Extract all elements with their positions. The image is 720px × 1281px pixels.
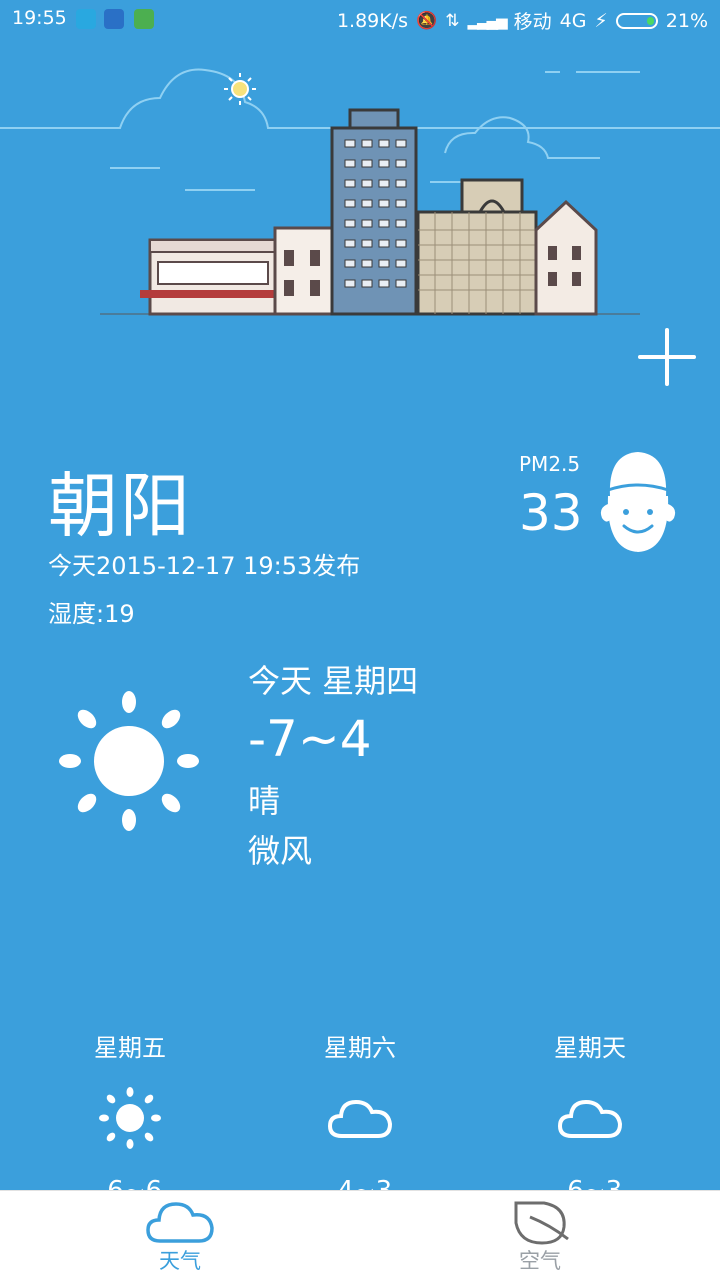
city-skyline-illustration bbox=[0, 68, 720, 316]
pm25-label: PM2.5 bbox=[519, 452, 581, 476]
cloud-icon bbox=[558, 1099, 622, 1138]
city-name: 朝阳 bbox=[48, 465, 192, 547]
leaf-icon bbox=[514, 1201, 569, 1245]
today-temperature: -7~4 bbox=[248, 710, 372, 768]
carrier-name: 移动 bbox=[513, 11, 552, 33]
forecast-day-label: 星期天 bbox=[554, 1034, 626, 1062]
sun-icon bbox=[59, 691, 199, 831]
mute-icon: 🔕 bbox=[416, 10, 438, 31]
humidity: 湿度:19 bbox=[48, 600, 135, 628]
tab-air-label: 空气 bbox=[519, 1249, 561, 1273]
pm25-value: 33 bbox=[519, 484, 583, 542]
status-time: 19:55 bbox=[12, 7, 67, 29]
tab-weather-label: 天气 bbox=[159, 1249, 201, 1273]
battery-icon bbox=[615, 12, 658, 29]
signal-icon: ▂▃▄▅ bbox=[467, 11, 507, 30]
network-type: 4G bbox=[559, 9, 587, 32]
android-app-icon bbox=[134, 9, 154, 29]
data-transfer-icon: ⇅ bbox=[445, 10, 460, 31]
publish-time: 今天2015-12-17 19:53发布 bbox=[48, 552, 361, 580]
forecast-day-3: 星期天 -6~3 bbox=[490, 1028, 690, 1206]
battery-percent: 21% bbox=[665, 9, 708, 32]
smiling-face-icon bbox=[600, 452, 676, 552]
cloud-icon bbox=[328, 1099, 392, 1138]
battery-level bbox=[646, 16, 654, 25]
forecast-day-label: 星期五 bbox=[94, 1034, 166, 1062]
notification-app-icon bbox=[76, 9, 96, 29]
status-bar: 19:55 1.89K/s 🔕 ⇅ ▂▃▄▅ 移动 4G ⚡ 21% bbox=[0, 0, 720, 38]
forecast-day-label: 星期六 bbox=[324, 1034, 396, 1062]
tab-weather[interactable]: 天气 bbox=[80, 1191, 280, 1281]
sun-icon bbox=[99, 1087, 161, 1149]
network-speed: 1.89K/s bbox=[336, 9, 409, 32]
cloud-icon bbox=[146, 1202, 214, 1243]
charging-icon: ⚡ bbox=[594, 9, 608, 32]
forecast-day-1: 星期五 -6~6 bbox=[30, 1028, 230, 1206]
add-city-button[interactable] bbox=[636, 326, 698, 388]
wifi-app-icon bbox=[104, 9, 124, 29]
today-wind: 微风 bbox=[248, 832, 313, 870]
tab-air[interactable]: 空气 bbox=[440, 1191, 640, 1281]
today-condition: 晴 bbox=[248, 782, 281, 820]
forecast-day-2: 星期六 -4~3 bbox=[260, 1028, 460, 1206]
today-day: 今天 星期四 bbox=[248, 662, 419, 700]
bottom-navigation: 天气 空气 bbox=[0, 1190, 720, 1281]
